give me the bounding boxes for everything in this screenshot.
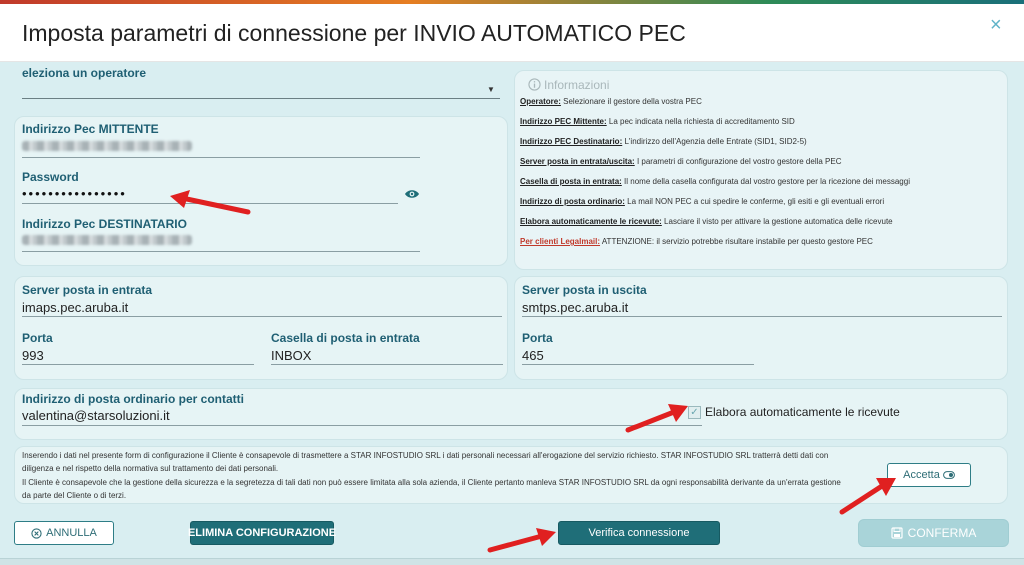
disclaimer-line: Il Cliente è consapevole che la gestione… xyxy=(22,478,841,487)
info-key: Casella di posta in entrata: xyxy=(520,177,622,186)
sender-pec-label: Indirizzo Pec MITTENTE xyxy=(22,122,159,136)
recipient-pec-value-blurred xyxy=(22,235,192,245)
disclaimer-line: da parte del Cliente o di terzi. xyxy=(22,491,127,500)
annotation-arrow-accept xyxy=(839,478,896,515)
info-text: Lasciare il visto per attivare la gestio… xyxy=(661,217,893,226)
password-label: Password xyxy=(22,170,79,184)
info-text: Il nome della casella configurata dal vo… xyxy=(621,177,910,186)
incoming-server-input[interactable]: imaps.pec.aruba.it xyxy=(22,300,128,315)
operator-select[interactable] xyxy=(22,98,500,99)
info-key: Indirizzo PEC Mittente: xyxy=(520,117,607,126)
recipient-pec-input[interactable] xyxy=(22,251,420,252)
incoming-port-label: Porta xyxy=(22,331,53,345)
recipient-pec-label: Indirizzo Pec DESTINATARIO xyxy=(22,217,187,231)
eye-icon[interactable] xyxy=(404,188,420,200)
incoming-port-underline xyxy=(22,364,254,365)
info-line-legalmail: Per clienti Legalmail: ATTENZIONE: il se… xyxy=(520,237,873,246)
info-text: ATTENZIONE: il servizio potrebbe risulta… xyxy=(600,237,873,246)
incoming-server-label: Server posta in entrata xyxy=(22,283,153,297)
save-icon xyxy=(891,527,903,539)
dialog-title: Imposta parametri di connessione per INV… xyxy=(22,20,686,46)
outgoing-server-input[interactable]: smtps.pec.aruba.it xyxy=(522,300,628,315)
contact-email-underline xyxy=(22,425,702,426)
info-key: Elabora automaticamente le ricevute: xyxy=(520,217,662,226)
close-icon[interactable]: × xyxy=(990,14,1002,37)
outgoing-server-underline xyxy=(522,316,1002,317)
accept-button[interactable]: Accetta xyxy=(887,463,971,487)
confirm-label: CONFERMA xyxy=(907,526,977,540)
contact-email-label: Indirizzo di posta ordinario per contatt… xyxy=(22,392,245,406)
info-line-sender: Indirizzo PEC Mittente: La pec indicata … xyxy=(520,117,795,126)
annotation-arrow-checkbox xyxy=(625,404,688,433)
info-text: L'indirizzo dell'Agenzia delle Entrate (… xyxy=(622,137,807,146)
annotation-arrow-password xyxy=(170,190,251,215)
info-key: Operatore: xyxy=(520,97,561,106)
info-line-mailbox: Casella di posta in entrata: Il nome del… xyxy=(520,177,910,186)
toggle-icon xyxy=(942,471,955,479)
info-line-ordinary: Indirizzo di posta ordinario: La mail NO… xyxy=(520,197,884,206)
outgoing-port-underline xyxy=(522,364,754,365)
chevron-down-icon[interactable]: ▼ xyxy=(487,85,495,94)
mailbox-underline xyxy=(271,364,503,365)
annotation-arrow-verify xyxy=(487,528,556,553)
delete-configuration-button[interactable]: ELIMINA CONFIGURAZIONE xyxy=(188,521,336,545)
outgoing-server-label: Server posta in uscita xyxy=(522,283,647,297)
auto-receipts-label: Elabora automaticamente le ricevute xyxy=(705,405,900,419)
disclaimer-line: diligenza e nel rispetto della normativa… xyxy=(22,464,279,473)
info-line-operator: Operatore: Selezionare il gestore della … xyxy=(520,97,702,106)
info-key: Per clienti Legalmail: xyxy=(520,237,601,246)
info-line-server: Server posta in entrata/uscita: I parame… xyxy=(520,157,842,166)
info-icon xyxy=(528,78,541,91)
cancel-circle-icon xyxy=(31,527,42,539)
cancel-button[interactable]: ANNULLA xyxy=(14,521,114,545)
sender-pec-value-blurred xyxy=(22,141,192,151)
sender-pec-input[interactable] xyxy=(22,157,420,158)
info-text: I parametri di configurazione del vostro… xyxy=(634,157,842,166)
verify-connection-button[interactable]: Verifica connessione xyxy=(558,521,720,545)
dialog-header: Imposta parametri di connessione per INV… xyxy=(0,4,1024,62)
info-key: Indirizzo PEC Destinatario: xyxy=(520,137,623,146)
incoming-server-underline xyxy=(22,316,502,317)
confirm-button[interactable]: CONFERMA xyxy=(858,519,1009,547)
info-title: Informazioni xyxy=(544,78,610,92)
mailbox-input[interactable]: INBOX xyxy=(271,348,311,363)
outgoing-port-label: Porta xyxy=(522,331,553,345)
operator-label: eleziona un operatore xyxy=(22,66,147,80)
info-text: La pec indicata nella richiesta di accre… xyxy=(606,117,795,126)
mailbox-label: Casella di posta in entrata xyxy=(271,331,420,345)
incoming-port-input[interactable]: 993 xyxy=(22,348,44,363)
info-line-recipient: Indirizzo PEC Destinatario: L'indirizzo … xyxy=(520,137,807,146)
cancel-label: ANNULLA xyxy=(46,527,97,539)
contact-email-input[interactable]: valentina@starsoluzioni.it xyxy=(22,408,170,423)
bottom-strip xyxy=(0,558,1024,565)
info-text: Selezionare il gestore della vostra PEC xyxy=(560,97,702,106)
info-key: Server posta in entrata/uscita: xyxy=(520,157,635,166)
info-key: Indirizzo di posta ordinario: xyxy=(520,197,625,206)
password-input[interactable]: •••••••••••••••• xyxy=(22,186,127,201)
disclaimer-line: Inserendo i dati nel presente form di co… xyxy=(22,451,829,460)
info-line-auto: Elabora automaticamente le ricevute: Las… xyxy=(520,217,893,226)
info-text: La mail NON PEC a cui spedire le conferm… xyxy=(624,197,885,206)
accept-label: Accetta xyxy=(903,469,940,481)
outgoing-port-input[interactable]: 465 xyxy=(522,348,544,363)
